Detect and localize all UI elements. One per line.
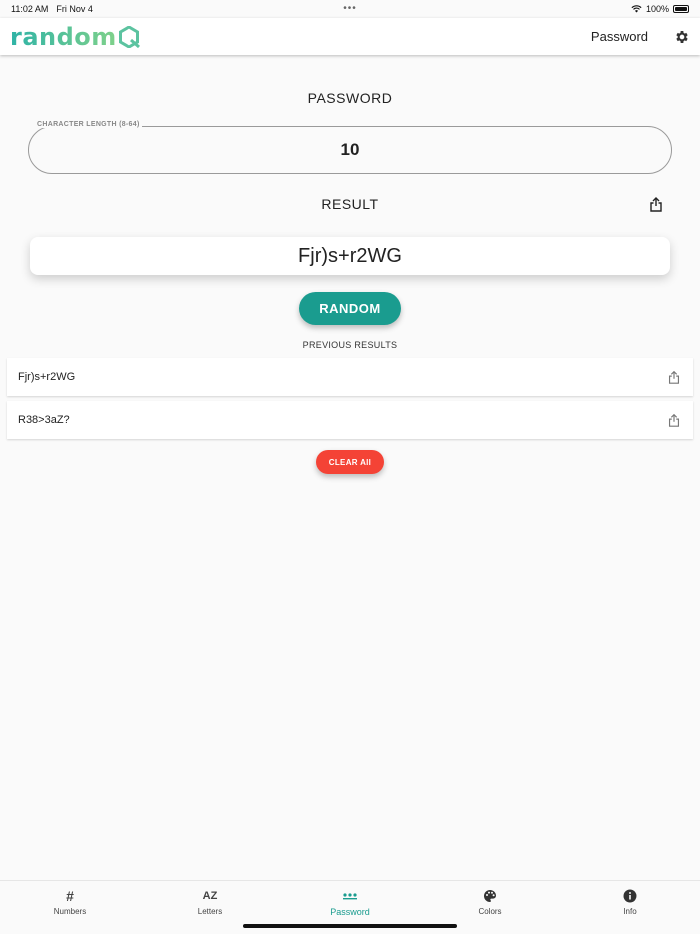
tab-label: Numbers [53, 907, 87, 916]
battery-percent: 100% [645, 4, 669, 14]
status-time: 11:02 AM [11, 4, 49, 14]
tab-label: Password [330, 907, 370, 917]
palette-icon [483, 888, 497, 904]
tab-label: Colors [478, 907, 502, 916]
wifi-icon [631, 5, 642, 13]
previous-result-value: Fjr)s+r2WG [18, 371, 76, 383]
tab-label: Letters [197, 907, 223, 916]
previous-result-value: R38>3aZ? [18, 414, 70, 426]
share-icon[interactable] [666, 369, 682, 385]
result-value: Fjr)s+r2WG [298, 244, 402, 267]
home-indicator[interactable] [243, 924, 457, 928]
character-length-value[interactable]: 10 [341, 140, 360, 160]
header-title: Password [590, 29, 648, 44]
tab-label: Info [623, 907, 637, 916]
info-icon [623, 888, 637, 904]
status-date: Fri Nov 4 [56, 4, 93, 14]
gear-icon[interactable] [674, 29, 690, 45]
app-logo: random [10, 23, 140, 51]
az-icon: AZ [202, 890, 218, 902]
previous-result-row: R38>3aZ? [7, 401, 693, 439]
character-length-label: CHARACTER LENGTH (8-64) [35, 121, 142, 128]
battery-icon [673, 5, 689, 13]
multitasking-dots-icon[interactable]: ••• [343, 3, 357, 14]
logo-text: random [10, 22, 117, 51]
app-header: random Password [0, 18, 700, 55]
dots-icon [342, 888, 358, 904]
hash-icon: # [66, 888, 74, 904]
share-result-icon[interactable] [647, 195, 665, 213]
password-section-title: PASSWORD [307, 90, 393, 106]
character-length-input[interactable]: CHARACTER LENGTH (8-64) 10 [28, 121, 672, 174]
tab-info[interactable]: Info [560, 881, 700, 934]
previous-results-title: PREVIOUS RESULTS [302, 340, 398, 350]
tab-numbers[interactable]: # Numbers [0, 881, 140, 934]
share-icon[interactable] [666, 412, 682, 428]
clear-all-button[interactable]: CLEAR All [316, 450, 384, 474]
status-bar: 11:02 AM Fri Nov 4 ••• 100% [0, 0, 700, 18]
random-button[interactable]: RANDOM [299, 292, 401, 325]
result-section-title: RESULT [321, 196, 379, 212]
result-display: Fjr)s+r2WG [30, 237, 670, 275]
logo-q-icon [118, 25, 140, 48]
previous-result-row: Fjr)s+r2WG [7, 358, 693, 396]
